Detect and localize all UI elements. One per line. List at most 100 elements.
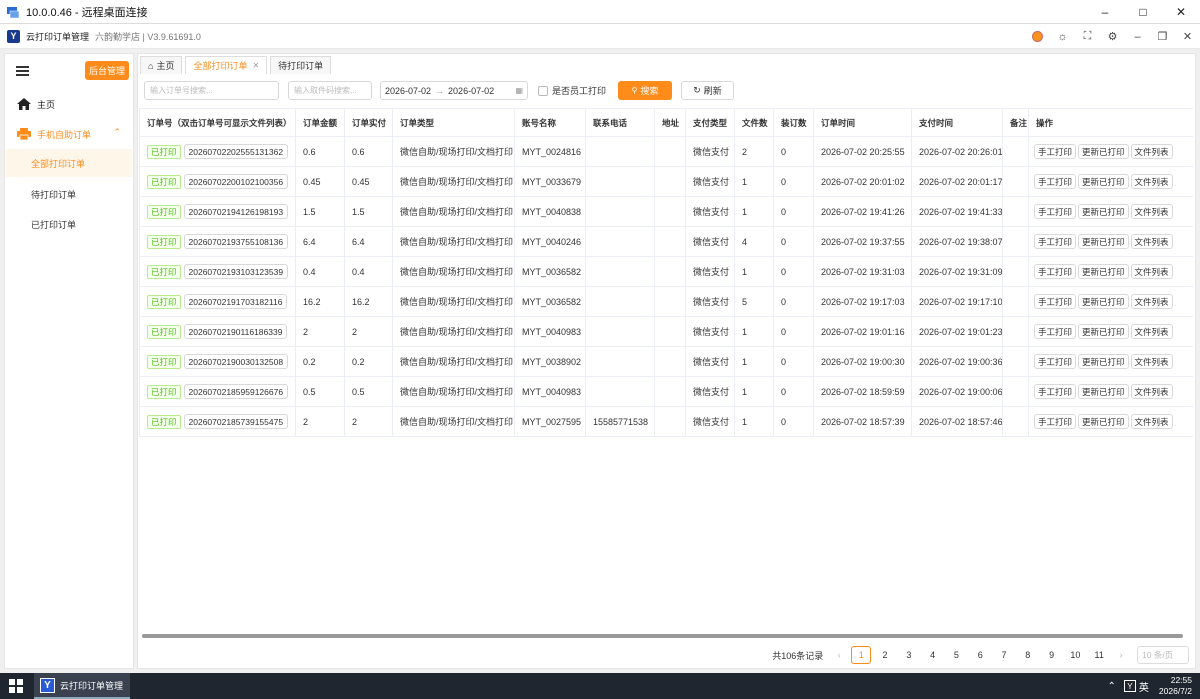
order-number[interactable]: 20260702191703182116 [183, 294, 288, 309]
page-number[interactable]: 8 [1018, 646, 1038, 664]
app-restore-icon[interactable]: ❐ [1150, 30, 1175, 43]
admin-button[interactable]: 后台管理 [85, 61, 129, 80]
tab-home[interactable]: ⌂ 主页 [140, 56, 183, 74]
ime-language[interactable]: 英 [1139, 679, 1149, 694]
manual-print-button[interactable]: 手工打印 [1034, 204, 1077, 219]
order-search-input[interactable] [144, 81, 279, 100]
manual-print-button[interactable]: 手工打印 [1034, 294, 1077, 309]
refresh-button[interactable]: ↻ 刷新 [681, 81, 734, 100]
table-row[interactable]: 已打印 20260702193755108136 6.4 6.4 微信自助/现场打印/文… [139, 226, 1193, 257]
mark-printed-button[interactable]: 更新已打印 [1078, 264, 1129, 279]
table-row[interactable]: 已打印 20260702191703182116 16.2 16.2 微信自助/现场打印… [139, 286, 1193, 317]
sidebar-item-home[interactable]: 主页 [5, 94, 133, 114]
order-number[interactable]: 20260702202555131362 [183, 144, 289, 159]
file-list-button[interactable]: 文件列表 [1130, 204, 1173, 219]
sidebar-item-printed-orders[interactable]: 已打印订单 [6, 210, 132, 238]
order-number[interactable]: 20260702200102100356 [183, 174, 289, 189]
manual-print-button[interactable]: 手工打印 [1034, 384, 1077, 399]
order-number[interactable]: 20260702185739155475 [183, 414, 289, 429]
tray-up-icon[interactable]: ⌃ [1108, 681, 1116, 692]
mark-printed-button[interactable]: 更新已打印 [1078, 354, 1129, 369]
page-number[interactable]: 10 [1065, 646, 1085, 664]
manual-print-button[interactable]: 手工打印 [1034, 234, 1077, 249]
mark-printed-button[interactable]: 更新已打印 [1078, 204, 1129, 219]
app-close-icon[interactable]: ✕ [1175, 30, 1200, 43]
search-button[interactable]: ⚲ 搜索 [618, 81, 672, 100]
sidebar-item-pending-orders[interactable]: 待打印订单 [6, 180, 132, 208]
file-list-button[interactable]: 文件列表 [1130, 354, 1173, 369]
app-minimize-icon[interactable]: – [1125, 31, 1150, 43]
clock[interactable]: 22:55 2026/7/2 [1159, 675, 1192, 697]
file-list-button[interactable]: 文件列表 [1130, 174, 1173, 189]
manual-print-button[interactable]: 手工打印 [1034, 144, 1077, 159]
mark-printed-button[interactable]: 更新已打印 [1078, 384, 1129, 399]
page-number[interactable]: 6 [970, 646, 990, 664]
windows-start-icon[interactable] [9, 679, 23, 693]
page-number[interactable]: 3 [899, 646, 919, 664]
page-number[interactable]: 11 [1089, 646, 1109, 664]
file-list-button[interactable]: 文件列表 [1130, 264, 1173, 279]
mark-printed-button[interactable]: 更新已打印 [1078, 414, 1129, 429]
pickup-code-input[interactable] [288, 81, 372, 100]
theme-sun-icon[interactable]: ☼ [1050, 31, 1075, 43]
file-list-button[interactable]: 文件列表 [1130, 384, 1173, 399]
manual-print-button[interactable]: 手工打印 [1034, 354, 1077, 369]
menu-toggle-icon[interactable] [16, 66, 29, 76]
tab-pending-orders[interactable]: 待打印订单 [270, 56, 332, 74]
table-row[interactable]: 已打印 20260702194126198193 1.5 1.5 微信自助/现场打印/文… [139, 196, 1193, 227]
table-row[interactable]: 已打印 20260702185739155475 2 2 微信自助/现场打印/文档打印 M… [139, 406, 1193, 437]
manual-print-button[interactable]: 手工打印 [1034, 264, 1077, 279]
file-list-button[interactable]: 文件列表 [1130, 234, 1173, 249]
page-number[interactable]: 2 [875, 646, 895, 664]
order-number[interactable]: 20260702193755108136 [183, 234, 289, 249]
close-icon[interactable]: ✕ [1162, 0, 1200, 24]
table-row[interactable]: 已打印 20260702193103123539 0.4 0.4 微信自助/现场打印/文… [139, 256, 1193, 287]
page-number[interactable]: 1 [851, 646, 872, 664]
mark-printed-button[interactable]: 更新已打印 [1078, 324, 1129, 339]
tab-all-orders[interactable]: 全部打印订单 ✕ [185, 56, 268, 74]
fullscreen-icon[interactable]: ⛶ [1075, 30, 1100, 43]
page-number[interactable]: 7 [994, 646, 1014, 664]
mark-printed-button[interactable]: 更新已打印 [1078, 234, 1129, 249]
status-dot-icon[interactable] [1025, 31, 1050, 42]
page-number[interactable]: 9 [1042, 646, 1062, 664]
mark-printed-button[interactable]: 更新已打印 [1078, 174, 1129, 189]
file-list-button[interactable]: 文件列表 [1130, 294, 1173, 309]
minimize-icon[interactable]: – [1086, 0, 1124, 24]
taskbar-app-button[interactable]: Y 云打印订单管理 [34, 673, 130, 699]
horizontal-scrollbar[interactable] [142, 634, 1183, 638]
table-row[interactable]: 已打印 20260702200102100356 0.45 0.45 微信自助/现场打印… [139, 166, 1193, 197]
tab-close-icon[interactable]: ✕ [252, 61, 259, 70]
order-number[interactable]: 20260702193103123539 [183, 264, 289, 279]
mark-printed-button[interactable]: 更新已打印 [1078, 144, 1129, 159]
table-row[interactable]: 已打印 20260702202555131362 0.6 0.6 微信自助/现场打印/文… [139, 136, 1193, 167]
next-page-icon[interactable]: › [1113, 650, 1129, 660]
column-header: 支付类型 [685, 108, 735, 137]
page-number[interactable]: 5 [946, 646, 966, 664]
staff-print-checkbox[interactable]: 是否员工打印 [538, 84, 606, 97]
file-list-button[interactable]: 文件列表 [1130, 144, 1173, 159]
order-number[interactable]: 20260702190116186339 [183, 324, 288, 339]
sidebar-item-all-orders[interactable]: 全部打印订单 [6, 149, 132, 177]
page-number[interactable]: 4 [923, 646, 943, 664]
manual-print-button[interactable]: 手工打印 [1034, 174, 1077, 189]
order-number[interactable]: 20260702190030132508 [183, 354, 289, 369]
ime-logo-icon[interactable]: Y [1123, 680, 1136, 692]
cell-pay-type: 微信支付 [685, 286, 735, 317]
order-number[interactable]: 20260702194126198193 [183, 204, 289, 219]
file-list-button[interactable]: 文件列表 [1130, 324, 1173, 339]
manual-print-button[interactable]: 手工打印 [1034, 324, 1077, 339]
file-list-button[interactable]: 文件列表 [1130, 414, 1173, 429]
table-row[interactable]: 已打印 20260702190030132508 0.2 0.2 微信自助/现场打印/文… [139, 346, 1193, 377]
mark-printed-button[interactable]: 更新已打印 [1078, 294, 1129, 309]
settings-gear-icon[interactable]: ⚙ [1100, 30, 1125, 43]
sidebar-group-mobile-orders[interactable]: 手机自助订单 ⌃ [5, 124, 133, 144]
date-range-picker[interactable]: 2026-07-02 → 2026-07-02 ▦ [380, 81, 528, 100]
maximize-icon[interactable]: □ [1124, 0, 1162, 24]
table-row[interactable]: 已打印 20260702190116186339 2 2 微信自助/现场打印/文档打印 M… [139, 316, 1193, 347]
manual-print-button[interactable]: 手工打印 [1034, 414, 1077, 429]
order-number[interactable]: 20260702185959126676 [183, 384, 289, 399]
table-row[interactable]: 已打印 20260702185959126676 0.5 0.5 微信自助/现场打印/文… [139, 376, 1193, 407]
page-size-select[interactable]: 10 条/页 [1137, 646, 1189, 664]
prev-page-icon[interactable]: ‹ [831, 650, 847, 660]
